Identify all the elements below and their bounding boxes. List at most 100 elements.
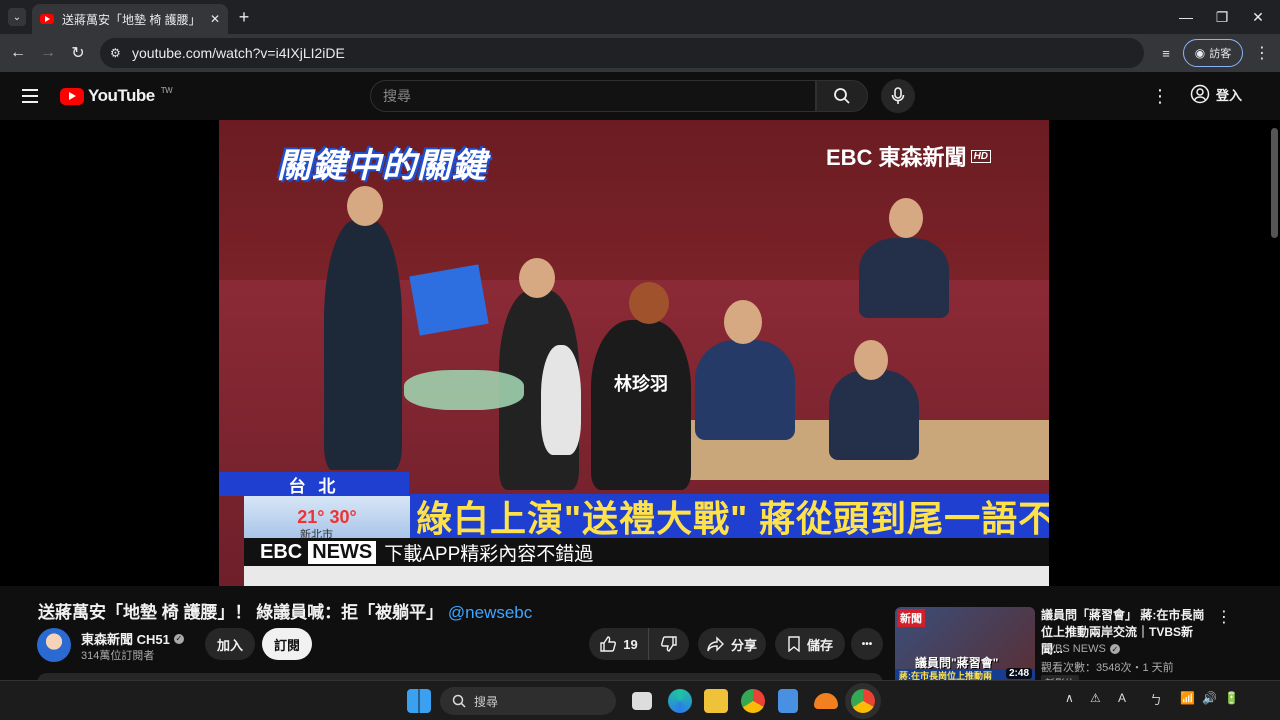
video-duration: 2:48 bbox=[1005, 668, 1032, 679]
bookmark-icon bbox=[788, 636, 800, 652]
signin-button[interactable]: 登入 bbox=[1190, 84, 1242, 104]
save-button[interactable]: 儲存 bbox=[775, 628, 845, 660]
tray-warning-icon[interactable]: ⚠ bbox=[1090, 691, 1101, 705]
site-info-icon[interactable]: ⚙ bbox=[110, 46, 121, 60]
search-icon bbox=[834, 88, 850, 104]
volume-icon[interactable]: 🔊 bbox=[1202, 691, 1217, 705]
browser-tab-active[interactable]: 送蔣萬安「地墊 椅 護腰」！綠 ✕ bbox=[32, 4, 228, 34]
edge-browser-icon[interactable] bbox=[668, 689, 692, 713]
wifi-icon[interactable]: 📶 bbox=[1180, 691, 1195, 705]
ticker-message: 下載APP精彩內容不錯過 bbox=[384, 543, 594, 565]
related-more-icon[interactable]: ⋮ bbox=[1216, 607, 1232, 627]
related-channel-name: TVBS NEWS bbox=[1041, 643, 1106, 655]
subscriber-count: 314萬位訂閱者 bbox=[81, 650, 155, 662]
search-button[interactable] bbox=[816, 80, 868, 112]
video-frame[interactable]: 林珍羽 關鍵中的關鍵 EBC 東森新聞 HD 台 北 21° 30° 新北市 綠… bbox=[219, 120, 1049, 586]
search-input[interactable]: 搜尋 bbox=[370, 80, 816, 112]
person-head bbox=[347, 186, 383, 226]
save-label: 儲存 bbox=[806, 637, 833, 653]
taskbar-search-label: 搜尋 bbox=[474, 694, 499, 709]
tray-bopomofo-icon[interactable]: ㄅ bbox=[1150, 691, 1162, 708]
taskbar-search[interactable]: 搜尋 bbox=[440, 687, 616, 715]
channel-avatar[interactable] bbox=[37, 628, 71, 662]
chrome-active-icon[interactable] bbox=[851, 689, 875, 713]
notepad-icon[interactable] bbox=[778, 689, 798, 713]
battery-icon[interactable]: 🔋 bbox=[1224, 691, 1239, 705]
ticker-brand: EBC bbox=[260, 540, 303, 563]
tab-title: 送蔣萬安「地墊 椅 護腰」！綠 bbox=[62, 12, 202, 27]
subscribe-button[interactable]: 訂閱 bbox=[262, 628, 312, 660]
video-title: 送蔣萬安「地墊 椅 護腰」！ 綠議員喊：拒「被躺平」 @newsebc bbox=[38, 598, 532, 623]
show-title-badge: 關鍵中的關鍵 bbox=[277, 147, 487, 185]
person-official-back bbox=[859, 238, 949, 318]
person-head bbox=[629, 282, 669, 324]
related-channel[interactable]: TVBS NEWS ✓ bbox=[1041, 643, 1120, 655]
youtube-favicon-icon bbox=[40, 14, 54, 24]
windows-start-icon[interactable] bbox=[407, 689, 431, 713]
tab-list-button[interactable]: ⌄ bbox=[8, 8, 26, 26]
task-view-icon[interactable] bbox=[632, 692, 652, 710]
like-dislike-group: 19 bbox=[589, 628, 689, 660]
tab-close-icon[interactable]: ✕ bbox=[210, 12, 220, 26]
settings-more-icon[interactable]: ⋮ bbox=[1150, 86, 1170, 106]
dislike-button[interactable] bbox=[649, 628, 689, 660]
gift-mat bbox=[404, 370, 524, 410]
join-button[interactable]: 加入 bbox=[205, 628, 255, 660]
menu-icon[interactable] bbox=[22, 89, 38, 103]
share-label: 分享 bbox=[730, 637, 757, 653]
like-count: 19 bbox=[623, 636, 638, 652]
youtube-header: YouTube TW 搜尋 ⋮ 登入 bbox=[0, 72, 1280, 120]
forward-button[interactable]: → bbox=[36, 41, 60, 65]
scrollbar-thumb[interactable] bbox=[1271, 128, 1278, 238]
location-label: 台 北 bbox=[219, 472, 409, 496]
like-button[interactable]: 19 bbox=[589, 628, 649, 660]
browser-tab-strip: ⌄ 送蔣萬安「地墊 椅 護腰」！綠 ✕ + — ❐ ✕ bbox=[0, 0, 1280, 34]
thumbs-down-icon bbox=[661, 636, 677, 652]
person-mayor bbox=[695, 340, 795, 440]
search-icon bbox=[452, 694, 466, 708]
person-head bbox=[519, 258, 555, 298]
channel-handle-link[interactable]: @newsebc bbox=[448, 603, 532, 622]
video-player[interactable]: 林珍羽 關鍵中的關鍵 EBC 東森新聞 HD 台 北 21° 30° 新北市 綠… bbox=[0, 120, 1280, 586]
reload-button[interactable]: ↻ bbox=[66, 41, 90, 65]
tray-ime-icon[interactable]: A bbox=[1118, 691, 1126, 705]
councilor-name-label: 林珍羽 bbox=[614, 374, 668, 394]
cloud-app-icon[interactable] bbox=[814, 693, 838, 709]
signin-label: 登入 bbox=[1216, 87, 1243, 103]
address-url: youtube.com/watch?v=i4IXjLI2iDE bbox=[132, 45, 345, 61]
file-explorer-icon[interactable] bbox=[704, 689, 728, 713]
close-window-button[interactable]: ✕ bbox=[1238, 4, 1278, 30]
person-councilor-back bbox=[591, 320, 691, 490]
verified-check-icon: ✓ bbox=[173, 633, 184, 644]
browser-menu-icon[interactable]: ⋮ bbox=[1250, 41, 1274, 65]
address-bar[interactable]: ⚙ youtube.com/watch?v=i4IXjLI2iDE bbox=[100, 38, 1144, 68]
media-controls-icon[interactable]: ≡ bbox=[1154, 41, 1178, 65]
person-head bbox=[724, 300, 762, 344]
ebc-logo-text: EBC 東森新聞 bbox=[826, 145, 967, 170]
voice-search-button[interactable] bbox=[881, 79, 915, 113]
guest-profile-button[interactable]: ◉ 訪客 bbox=[1183, 39, 1243, 67]
share-arrow-icon bbox=[707, 636, 724, 652]
person-official-right bbox=[829, 370, 919, 460]
weather-temps: 21° 30° bbox=[297, 506, 357, 527]
maximize-button[interactable]: ❐ bbox=[1202, 4, 1242, 30]
share-button[interactable]: 分享 bbox=[698, 628, 766, 660]
new-tab-button[interactable]: + bbox=[234, 7, 254, 27]
weather-box: 21° 30° 新北市 bbox=[244, 496, 410, 541]
related-video-thumbnail[interactable]: 新聞 議員問"蔣習會" 蔣:在市長崗位上推動兩 2:48 bbox=[895, 607, 1035, 685]
related-video-meta: 觀看次數：3548次・1 天前 bbox=[1041, 662, 1174, 674]
chrome-icon[interactable] bbox=[741, 689, 765, 713]
ebc-channel-logo: EBC 東森新聞 HD bbox=[826, 140, 992, 172]
back-button[interactable]: ← bbox=[6, 41, 30, 65]
person-man-left bbox=[324, 220, 402, 470]
hd-badge: HD bbox=[970, 149, 992, 163]
youtube-logo[interactable]: YouTube TW bbox=[60, 85, 173, 106]
channel-name[interactable]: 東森新聞 CH51 ✓ bbox=[81, 629, 184, 648]
region-code: TW bbox=[160, 85, 173, 95]
news-headline: 綠白上演"送禮大戰" 蔣從頭到尾一語不發 bbox=[410, 494, 1049, 539]
profile-icon: ◉ bbox=[1194, 46, 1206, 60]
more-actions-button[interactable]: ••• bbox=[851, 628, 883, 660]
tray-overflow-icon[interactable]: ∧ bbox=[1065, 691, 1074, 705]
minimize-button[interactable]: — bbox=[1166, 4, 1206, 30]
youtube-logo-text: YouTube bbox=[88, 86, 155, 105]
